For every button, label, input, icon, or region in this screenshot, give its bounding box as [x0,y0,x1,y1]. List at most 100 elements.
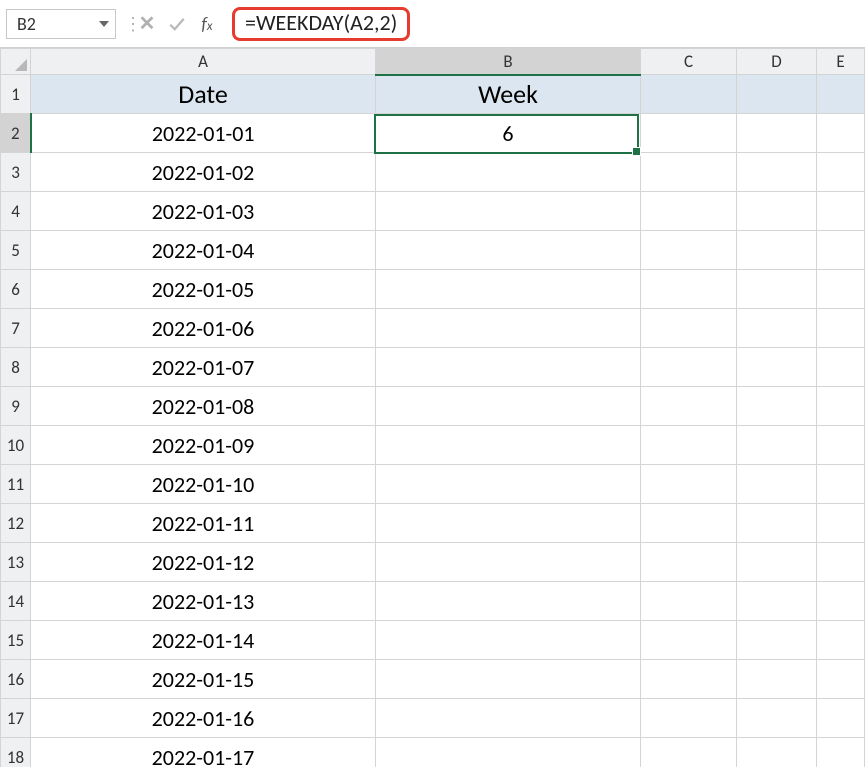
row-header-10[interactable]: 10 [1,426,31,465]
cell-E9[interactable] [817,387,865,426]
cell-E12[interactable] [817,504,865,543]
cell-B2[interactable]: 6 [376,114,641,153]
cell-D13[interactable] [737,543,817,582]
cell-C10[interactable] [641,426,737,465]
cell-C14[interactable] [641,582,737,621]
cell-E5[interactable] [817,231,865,270]
cell-B15[interactable] [376,621,641,660]
row-header-15[interactable]: 15 [1,621,31,660]
cell-D9[interactable] [737,387,817,426]
cell-B7[interactable] [376,309,641,348]
cell-A13[interactable]: 2022-01-12 [31,543,376,582]
cancel-icon[interactable]: ✕ [132,9,162,39]
cell-E2[interactable] [817,114,865,153]
cell-D16[interactable] [737,660,817,699]
cell-E10[interactable] [817,426,865,465]
cell-A10[interactable]: 2022-01-09 [31,426,376,465]
cell-A11[interactable]: 2022-01-10 [31,465,376,504]
row-header-4[interactable]: 4 [1,192,31,231]
cell-D7[interactable] [737,309,817,348]
cell-B5[interactable] [376,231,641,270]
cell-B3[interactable] [376,153,641,192]
cell-D5[interactable] [737,231,817,270]
cell-D4[interactable] [737,192,817,231]
name-box[interactable]: B2 [6,9,116,39]
cell-C4[interactable] [641,192,737,231]
cell-C15[interactable] [641,621,737,660]
cell-B12[interactable] [376,504,641,543]
row-header-18[interactable]: 18 [1,738,31,767]
column-header-C[interactable]: C [641,49,737,75]
cell-D6[interactable] [737,270,817,309]
cell-A4[interactable]: 2022-01-03 [31,192,376,231]
cell-C2[interactable] [641,114,737,153]
cell-D1[interactable] [737,75,817,114]
cell-B1[interactable]: Week [376,75,641,114]
cell-C1[interactable] [641,75,737,114]
row-header-3[interactable]: 3 [1,153,31,192]
column-header-A[interactable]: A [31,49,376,75]
cell-B9[interactable] [376,387,641,426]
row-header-16[interactable]: 16 [1,660,31,699]
cell-B18[interactable] [376,738,641,767]
cell-C16[interactable] [641,660,737,699]
cell-C6[interactable] [641,270,737,309]
worksheet-grid[interactable]: ABCDE 1DateWeek22022-01-01632022-01-0242… [0,48,865,767]
row-header-2[interactable]: 2 [1,114,31,153]
cell-A9[interactable]: 2022-01-08 [31,387,376,426]
cell-E11[interactable] [817,465,865,504]
cell-A7[interactable]: 2022-01-06 [31,309,376,348]
cell-D17[interactable] [737,699,817,738]
cell-A2[interactable]: 2022-01-01 [31,114,376,153]
cell-E1[interactable] [817,75,865,114]
cell-C3[interactable] [641,153,737,192]
cell-E18[interactable] [817,738,865,767]
cell-B8[interactable] [376,348,641,387]
row-header-11[interactable]: 11 [1,465,31,504]
cell-E13[interactable] [817,543,865,582]
cell-A1[interactable]: Date [31,75,376,114]
cell-B13[interactable] [376,543,641,582]
cell-D12[interactable] [737,504,817,543]
cell-E17[interactable] [817,699,865,738]
cell-A12[interactable]: 2022-01-11 [31,504,376,543]
cell-B17[interactable] [376,699,641,738]
cell-C12[interactable] [641,504,737,543]
row-header-13[interactable]: 13 [1,543,31,582]
cell-D15[interactable] [737,621,817,660]
cell-C17[interactable] [641,699,737,738]
cell-A16[interactable]: 2022-01-15 [31,660,376,699]
cell-A17[interactable]: 2022-01-16 [31,699,376,738]
cell-E4[interactable] [817,192,865,231]
cell-D8[interactable] [737,348,817,387]
column-header-D[interactable]: D [737,49,817,75]
cell-E14[interactable] [817,582,865,621]
cell-C18[interactable] [641,738,737,767]
cell-E3[interactable] [817,153,865,192]
cell-B16[interactable] [376,660,641,699]
row-header-14[interactable]: 14 [1,582,31,621]
cell-C9[interactable] [641,387,737,426]
cell-C11[interactable] [641,465,737,504]
cell-E16[interactable] [817,660,865,699]
cell-D18[interactable] [737,738,817,767]
formula-input[interactable]: =WEEKDAY(A2,2) [222,7,865,41]
cell-A18[interactable]: 2022-01-17 [31,738,376,767]
cell-D10[interactable] [737,426,817,465]
column-header-B[interactable]: B [376,49,641,75]
row-header-12[interactable]: 12 [1,504,31,543]
cell-A15[interactable]: 2022-01-14 [31,621,376,660]
cell-B11[interactable] [376,465,641,504]
row-header-9[interactable]: 9 [1,387,31,426]
cell-B6[interactable] [376,270,641,309]
fx-icon[interactable]: fx [192,9,222,39]
cell-A8[interactable]: 2022-01-07 [31,348,376,387]
cell-B10[interactable] [376,426,641,465]
cell-C13[interactable] [641,543,737,582]
cell-D11[interactable] [737,465,817,504]
cell-B14[interactable] [376,582,641,621]
cell-B4[interactable] [376,192,641,231]
row-header-1[interactable]: 1 [1,75,31,114]
cell-A6[interactable]: 2022-01-05 [31,270,376,309]
cell-D2[interactable] [737,114,817,153]
